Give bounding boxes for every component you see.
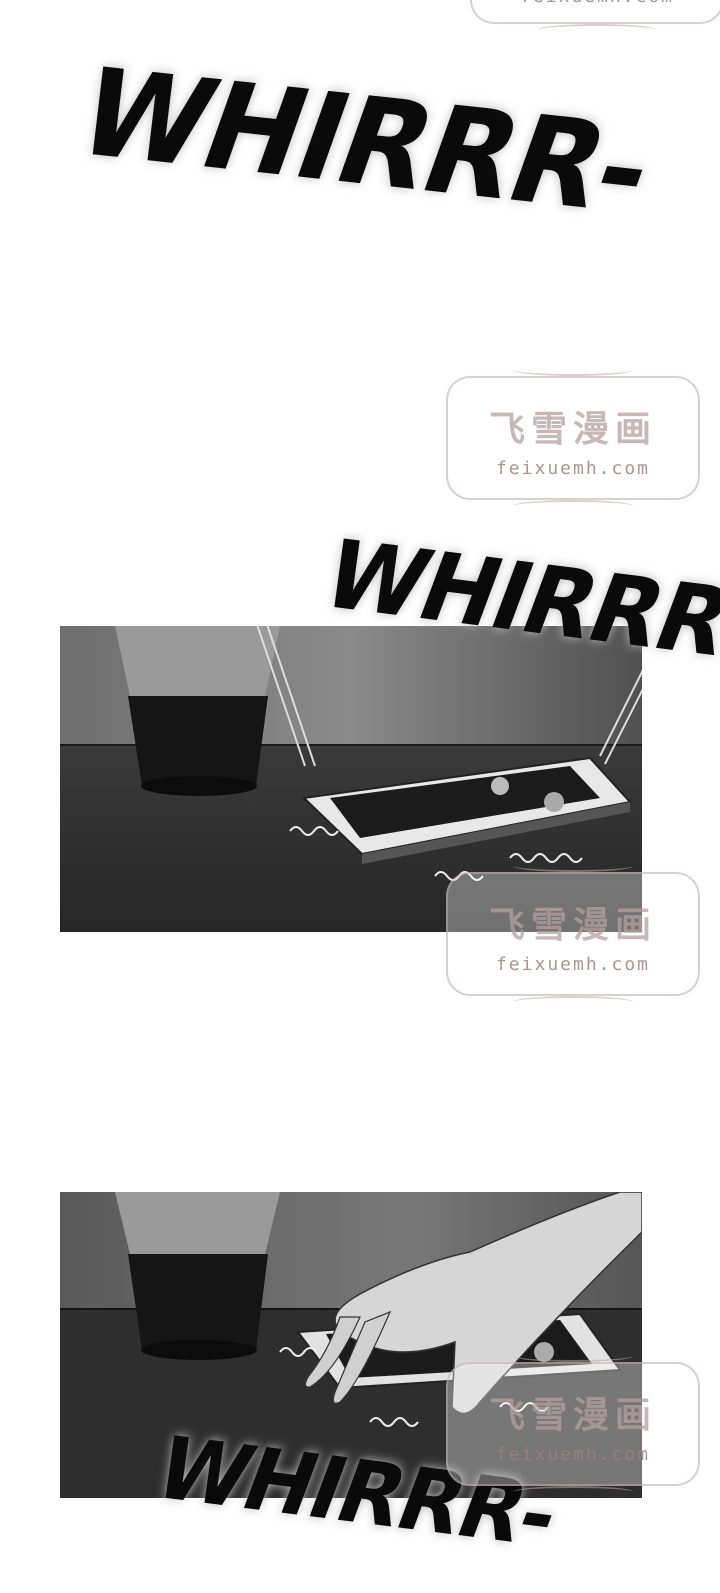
watermark-badge: 飞雪漫画 feixuemh.com [446,1360,700,1498]
watermark-title: 飞雪漫画 [488,905,657,946]
watermark-badge: 飞雪漫画 feixuemh.com [446,870,700,1008]
watermark-title: 飞雪漫画 [488,409,657,450]
watermark-title: 飞雪漫画 [488,1395,657,1436]
watermark-url: feixuemh.com [495,458,651,479]
sound-effect-whirr-top: WHIRRR- WHIRRR- [60,42,671,240]
sound-effect-text: WHIRRR- [59,42,671,241]
watermark-url: feixuemh.com [495,954,651,975]
watermark-badge-top: feixuemh.com [470,0,720,36]
watermark-badge: 飞雪漫画 feixuemh.com [446,374,700,512]
watermark-url: feixuemh.com [495,1444,651,1465]
watermark-url: feixuemh.com [472,0,720,7]
